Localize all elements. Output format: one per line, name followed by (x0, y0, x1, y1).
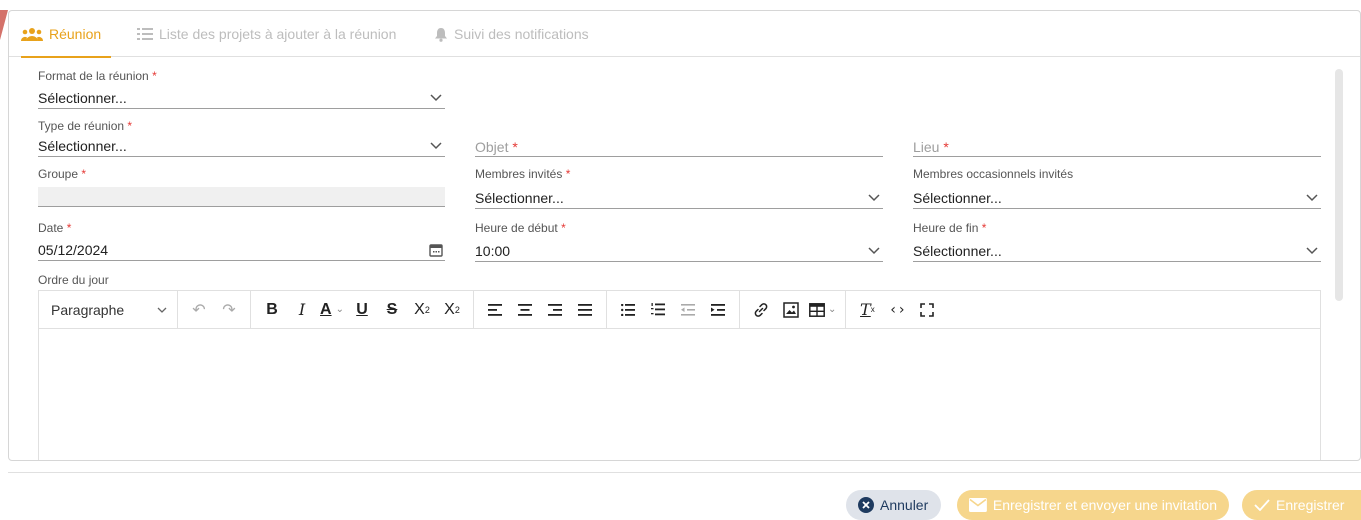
align-right-icon[interactable] (540, 295, 570, 325)
meeting-form-panel: Réunion Liste des projets à ajouter à la… (8, 10, 1361, 461)
tab-label: Liste des projets à ajouter à la réunion (159, 26, 397, 42)
rich-text-editor[interactable]: Paragraphe ↶ ↷ B I A ⌄ U S X2 X2 ⌄ T x ‹… (38, 290, 1321, 460)
lieu-input[interactable]: Lieu * (913, 139, 949, 155)
type-label: Type de réunion * (38, 119, 133, 133)
close-circle-icon (858, 497, 874, 513)
subscript-icon[interactable]: X2 (407, 295, 437, 325)
misc-group: Tx ‹› (846, 291, 948, 329)
chevron-down-icon (865, 189, 883, 207)
history-group: ↶ ↷ (178, 290, 251, 329)
format-select[interactable]: Sélectionner... (38, 87, 445, 109)
date-value: 05/12/2024 (38, 241, 109, 258)
membres-select[interactable]: Sélectionner... (475, 187, 883, 209)
undo-icon[interactable]: ↶ (184, 295, 214, 325)
lieu-underline (913, 156, 1321, 157)
save-label: Enregistrer (1276, 497, 1345, 513)
code-view-icon[interactable]: ‹› (882, 295, 912, 325)
bullet-list-icon[interactable] (613, 295, 643, 325)
groupe-field (38, 187, 445, 207)
editor-toolbar: Paragraphe ↶ ↷ B I A ⌄ U S X2 X2 ⌄ T x ‹… (39, 290, 1320, 329)
save-and-send-label: Enregistrer et envoyer une invitation (992, 497, 1217, 513)
image-icon[interactable] (776, 295, 806, 325)
heure-debut-value: 10:00 (475, 242, 511, 259)
paragraph-select[interactable]: Paragraphe (39, 290, 178, 329)
heure-fin-label: Heure de fin * (913, 221, 987, 235)
chevron-down-icon (1303, 242, 1321, 260)
align-group (474, 290, 607, 329)
groupe-label: Groupe * (38, 167, 87, 181)
membres-label: Membres invités * (475, 167, 571, 181)
tab-label: Suivi des notifications (454, 26, 589, 42)
membres-occ-label: Membres occasionnels invités (913, 167, 1074, 181)
align-left-icon[interactable] (480, 295, 510, 325)
save-button[interactable]: Enregistrer (1242, 490, 1361, 520)
type-value: Sélectionner... (38, 137, 127, 154)
indent-icon[interactable] (703, 295, 733, 325)
tab-label: Réunion (49, 26, 102, 42)
tab-bar: Réunion Liste des projets à ajouter à la… (9, 11, 1360, 58)
membres-occ-value: Sélectionner... (913, 189, 1002, 206)
link-icon[interactable] (746, 295, 776, 325)
tab-reunion[interactable]: Réunion (21, 11, 112, 58)
heure-debut-select[interactable]: 10:00 (475, 240, 883, 262)
bold-icon[interactable]: B (257, 295, 287, 325)
heure-fin-value: Sélectionner... (913, 242, 1002, 259)
italic-icon[interactable]: I (287, 295, 317, 325)
editor-content-area[interactable] (39, 329, 1320, 460)
cancel-label: Annuler (880, 497, 929, 513)
chevron-down-icon (427, 89, 445, 107)
underline-icon[interactable]: U (347, 295, 377, 325)
table-icon[interactable]: ⌄ (806, 295, 839, 325)
list-group (607, 290, 740, 329)
chevron-down-icon (1303, 189, 1321, 207)
cancel-button[interactable]: Annuler (846, 490, 941, 520)
clear-format-icon[interactable]: Tx (852, 295, 882, 325)
objet-input[interactable]: Objet * (475, 139, 518, 155)
footer-divider (8, 472, 1361, 473)
chevron-down-icon (157, 307, 167, 313)
strikethrough-icon[interactable]: S (377, 295, 407, 325)
membres-value: Sélectionner... (475, 189, 564, 206)
date-input[interactable]: 05/12/2024 (38, 239, 445, 261)
envelope-icon (969, 498, 987, 512)
format-label: Format de la réunion * (38, 69, 157, 83)
fullscreen-icon[interactable] (912, 295, 942, 325)
align-justify-icon[interactable] (570, 295, 600, 325)
date-label: Date * (38, 221, 72, 235)
align-center-icon[interactable] (510, 295, 540, 325)
type-select[interactable]: Sélectionner... (38, 135, 445, 157)
calendar-icon[interactable] (427, 241, 445, 259)
check-icon (1254, 499, 1270, 511)
objet-underline (475, 156, 883, 157)
membres-occ-select[interactable]: Sélectionner... (913, 187, 1321, 209)
save-and-send-invitation-button[interactable]: Enregistrer et envoyer une invitation (957, 490, 1229, 520)
redo-icon[interactable]: ↷ (214, 295, 244, 325)
heure-fin-select[interactable]: Sélectionner... (913, 240, 1321, 262)
outdent-icon[interactable] (673, 295, 703, 325)
heure-debut-label: Heure de début * (475, 221, 566, 235)
tab-projets[interactable]: Liste des projets à ajouter à la réunion (137, 11, 396, 57)
format-group: B I A ⌄ U S X2 X2 (251, 290, 474, 329)
users-icon (21, 28, 43, 41)
chevron-down-icon (427, 137, 445, 155)
ordre-label: Ordre du jour (38, 273, 109, 287)
text-color-icon[interactable]: A ⌄ (317, 295, 347, 325)
vertical-scrollbar[interactable] (1335, 69, 1343, 301)
paragraph-select-value: Paragraphe (51, 301, 125, 318)
chevron-down-icon (865, 242, 883, 260)
insert-group: ⌄ (740, 290, 847, 329)
tab-notifications[interactable]: Suivi des notifications (434, 11, 589, 57)
superscript-icon[interactable]: X2 (437, 295, 467, 325)
bell-icon (435, 27, 447, 42)
corner-indicator (0, 10, 8, 40)
format-value: Sélectionner... (38, 89, 127, 106)
list-icon (137, 28, 153, 40)
numbered-list-icon[interactable] (643, 295, 673, 325)
